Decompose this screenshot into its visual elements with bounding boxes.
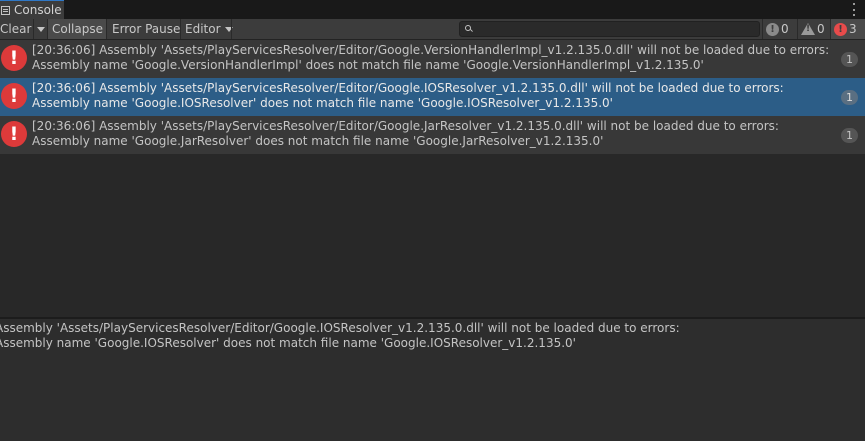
warning-icon	[801, 23, 815, 35]
search-field[interactable]	[459, 21, 760, 37]
chevron-down-icon	[36, 26, 45, 32]
log-count-badge: 1	[841, 90, 858, 105]
error-icon: !	[1, 121, 27, 147]
tab-bar: Console	[0, 0, 865, 19]
log-message-line: [20:36:06] Assembly 'Assets/PlayServices…	[32, 81, 784, 95]
log-message-line: Assembly name 'Google.JarResolver' does …	[32, 134, 604, 148]
log-detail-panel: Assembly 'Assets/PlayServicesResolver/Ed…	[0, 319, 865, 441]
editor-dropdown-label: Editor	[185, 22, 221, 36]
more-options-icon[interactable]	[852, 3, 856, 16]
log-message: [20:36:06] Assembly 'Assets/PlayServices…	[32, 119, 832, 149]
error-pause-toggle[interactable]: Error Pause	[107, 19, 180, 39]
log-count-badge: 1	[841, 128, 858, 143]
log-entry-selected[interactable]: ! [20:36:06] Assembly 'Assets/PlayServic…	[0, 78, 865, 116]
error-icon: !	[1, 45, 27, 71]
log-message-line: [20:36:06] Assembly 'Assets/PlayServices…	[32, 119, 779, 133]
error-filter-toggle[interactable]: ! 3	[831, 19, 865, 39]
search-icon	[463, 22, 477, 36]
collapse-toggle[interactable]: Collapse	[48, 19, 106, 39]
error-icon: !	[1, 83, 27, 109]
console-toolbar: Clear Collapse Error Pause Editor ! 0 0 …	[0, 19, 865, 40]
log-entry[interactable]: ! [20:36:06] Assembly 'Assets/PlayServic…	[0, 40, 865, 78]
log-message-line: Assembly name 'Google.VersionHandlerImpl…	[32, 58, 704, 72]
log-filter-toggle[interactable]: ! 0	[763, 19, 797, 39]
warning-count: 0	[817, 22, 825, 36]
log-message: [20:36:06] Assembly 'Assets/PlayServices…	[32, 43, 832, 73]
log-entry[interactable]: ! [20:36:06] Assembly 'Assets/PlayServic…	[0, 116, 865, 154]
info-icon: !	[766, 22, 779, 36]
clear-options-dropdown[interactable]	[34, 19, 47, 39]
editor-dropdown[interactable]: Editor	[181, 19, 233, 39]
log-message-line: [20:36:06] Assembly 'Assets/PlayServices…	[32, 43, 830, 57]
error-count: 3	[849, 22, 857, 36]
log-message: [20:36:06] Assembly 'Assets/PlayServices…	[32, 81, 832, 111]
log-count: 0	[781, 22, 789, 36]
tab-console-label: Console	[14, 3, 62, 17]
warning-filter-toggle[interactable]: 0	[798, 19, 830, 39]
clear-button[interactable]: Clear	[0, 19, 33, 39]
log-message-line: Assembly name 'Google.IOSResolver' does …	[32, 96, 613, 110]
tab-console[interactable]: Console	[0, 0, 64, 19]
log-count-badge: 1	[841, 52, 858, 67]
search-input[interactable]	[477, 22, 757, 36]
log-detail-text[interactable]: Assembly 'Assets/PlayServicesResolver/Ed…	[0, 321, 855, 351]
toolbar-divider	[231, 19, 232, 39]
error-icon: !	[834, 22, 847, 36]
log-list: ! [20:36:06] Assembly 'Assets/PlayServic…	[0, 40, 865, 317]
log-detail-line: Assembly name 'Google.IOSResolver' does …	[0, 336, 576, 350]
console-icon	[1, 5, 10, 15]
log-detail-line: Assembly 'Assets/PlayServicesResolver/Ed…	[0, 321, 680, 335]
